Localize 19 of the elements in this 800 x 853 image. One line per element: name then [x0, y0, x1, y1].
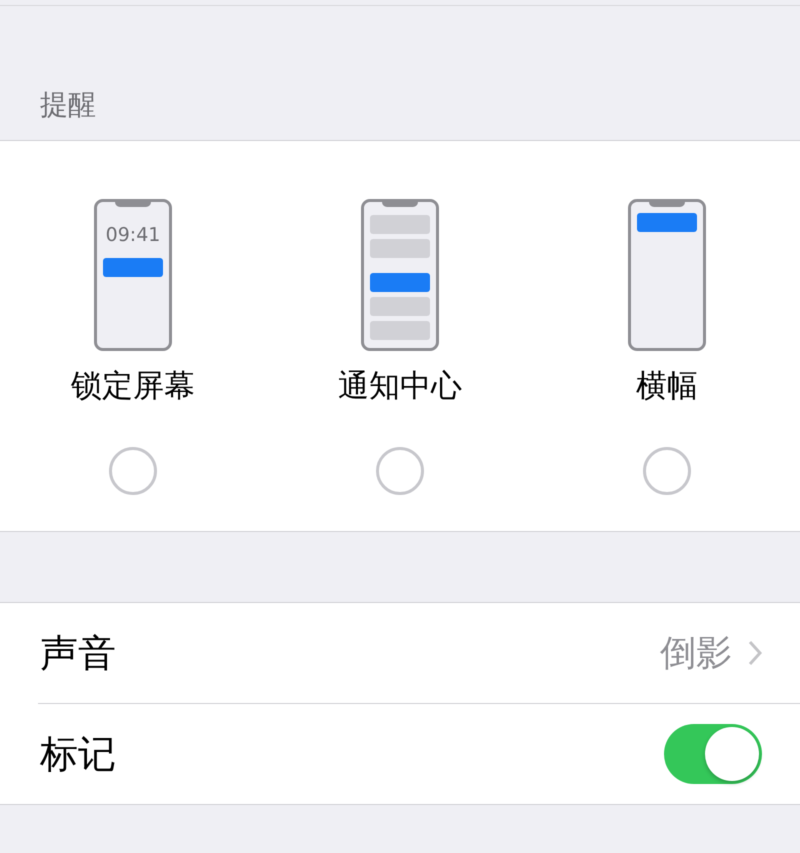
notification-bar: [370, 273, 430, 292]
notification-bar: [370, 297, 430, 316]
row-label: 声音: [40, 630, 117, 676]
notification-bar: [370, 215, 430, 234]
option-label: 横幅: [636, 367, 698, 406]
chevron-icon: [748, 640, 762, 666]
notification-bar: [370, 321, 430, 340]
section-header: 提醒: [40, 87, 96, 123]
notification-bar: [103, 258, 163, 277]
notification-bar: [370, 239, 430, 258]
radio-button[interactable]: [643, 447, 691, 495]
option-label: 锁定屏幕: [71, 367, 195, 406]
radio-button[interactable]: [376, 447, 424, 495]
row-value: 倒影: [660, 632, 732, 676]
radio-button[interactable]: [109, 447, 157, 495]
notification-bar: [637, 213, 697, 232]
option-label: 通知中心: [338, 367, 462, 406]
row-label: 标记: [40, 730, 117, 778]
lock-time: 09:41: [106, 224, 160, 246]
